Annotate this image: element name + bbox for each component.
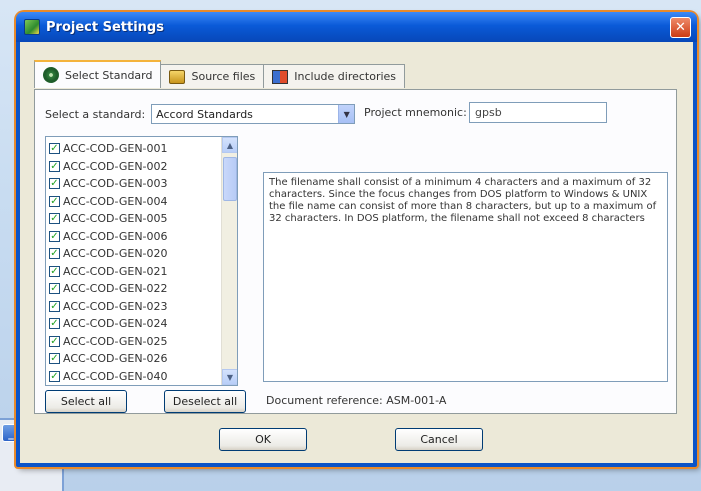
list-item[interactable]: ✓ ACC-COD-GEN-021 bbox=[49, 263, 168, 281]
checkbox-checked-icon[interactable]: ✓ bbox=[49, 265, 60, 277]
tab-label: Include directories bbox=[294, 70, 397, 83]
title-bar[interactable]: Project Settings ✕ bbox=[16, 12, 697, 42]
mnemonic-input[interactable]: gpsb bbox=[469, 102, 607, 123]
list-item[interactable]: ✓ ACC-COD-GEN-006 bbox=[49, 228, 168, 246]
list-item-label: ACC-COD-GEN-021 bbox=[63, 264, 168, 278]
tab-include-directories[interactable]: Include directories bbox=[263, 64, 406, 88]
dialog-client-area: Select Standard Source files Include dir… bbox=[20, 42, 693, 463]
checkbox-checked-icon[interactable]: ✓ bbox=[49, 213, 60, 225]
list-item[interactable]: ✓ ACC-COD-GEN-001 bbox=[49, 140, 168, 158]
list-item-label: ACC-COD-GEN-006 bbox=[63, 229, 168, 243]
select-standard-panel: Select a standard: Accord Standards ▼ Pr… bbox=[34, 89, 677, 414]
checkbox-checked-icon[interactable]: ✓ bbox=[49, 143, 60, 155]
checkbox-checked-icon[interactable]: ✓ bbox=[49, 283, 60, 295]
list-item-label: ACC-COD-GEN-023 bbox=[63, 299, 168, 313]
checkbox-checked-icon[interactable]: ✓ bbox=[49, 195, 60, 207]
list-item[interactable]: ✓ ACC-COD-GEN-024 bbox=[49, 315, 168, 333]
project-settings-dialog: Project Settings ✕ Select Standard Sourc… bbox=[16, 12, 697, 467]
scrollbar-thumb[interactable] bbox=[223, 157, 237, 201]
checkbox-checked-icon[interactable]: ✓ bbox=[49, 160, 60, 172]
list-item[interactable]: ✓ACC-COD-GEN-041 bbox=[49, 385, 168, 386]
document-reference: Document reference: ASM-001-A bbox=[266, 394, 447, 407]
folder-icon bbox=[169, 69, 186, 84]
list-item[interactable]: ✓ ACC-COD-GEN-004 bbox=[49, 193, 168, 211]
list-item-label: ACC-COD-GEN-040 bbox=[63, 369, 168, 383]
list-item[interactable]: ✓ ACC-COD-GEN-022 bbox=[49, 280, 168, 298]
list-item-label: ACC-COD-GEN-025 bbox=[63, 334, 168, 348]
list-item-label: ACC-COD-GEN-002 bbox=[63, 159, 168, 173]
checkbox-checked-icon[interactable]: ✓ bbox=[49, 178, 60, 190]
list-item-label: ACC-COD-GEN-001 bbox=[63, 142, 168, 156]
dialog-title: Project Settings bbox=[46, 19, 164, 35]
chevron-down-icon[interactable]: ▼ bbox=[338, 105, 355, 123]
list-item-label: ACC-COD-GEN-024 bbox=[63, 317, 168, 331]
list-item[interactable]: ✓ ACC-COD-GEN-002 bbox=[49, 158, 168, 176]
close-icon: ✕ bbox=[675, 20, 686, 35]
checkbox-checked-icon[interactable]: ✓ bbox=[49, 318, 60, 330]
standard-row: Select a standard: Accord Standards ▼ bbox=[45, 104, 356, 124]
list-item-label: ACC-COD-GEN-026 bbox=[63, 352, 168, 366]
tab-select-standard[interactable]: Select Standard bbox=[34, 60, 162, 88]
checkbox-checked-icon[interactable]: ✓ bbox=[49, 300, 60, 312]
tab-source-files[interactable]: Source files bbox=[160, 64, 265, 88]
rules-list-scrollbar[interactable]: ▲ ▼ bbox=[221, 137, 237, 385]
mnemonic-label: Project mnemonic: bbox=[364, 106, 467, 119]
list-item-label: ACC-COD-GEN-005 bbox=[63, 212, 168, 226]
select-all-button[interactable]: Select all bbox=[45, 390, 127, 413]
standard-select[interactable]: Accord Standards ▼ bbox=[151, 104, 356, 124]
cancel-button[interactable]: Cancel bbox=[395, 428, 483, 451]
deselect-all-button[interactable]: Deselect all bbox=[164, 390, 246, 413]
tab-label: Select Standard bbox=[65, 68, 153, 82]
list-item[interactable]: ✓ ACC-COD-GEN-026 bbox=[49, 350, 168, 368]
rule-description: The filename shall consist of a minimum … bbox=[263, 172, 668, 382]
gear-icon bbox=[43, 67, 59, 83]
checkbox-checked-icon[interactable]: ✓ bbox=[49, 335, 60, 347]
list-item-label: ACC-COD-GEN-020 bbox=[63, 247, 168, 261]
list-item[interactable]: ✓ ACC-COD-GEN-005 bbox=[49, 210, 168, 228]
checkbox-checked-icon[interactable]: ✓ bbox=[49, 230, 60, 242]
checkbox-checked-icon[interactable]: ✓ bbox=[49, 353, 60, 365]
list-item[interactable]: ✓ ACC-COD-GEN-025 bbox=[49, 333, 168, 351]
checkbox-checked-icon[interactable]: ✓ bbox=[49, 370, 60, 382]
tab-strip: Select Standard Source files Include dir… bbox=[34, 60, 406, 88]
list-item[interactable]: ✓ ACC-COD-GEN-040 bbox=[49, 368, 168, 386]
include-directories-icon bbox=[272, 69, 289, 84]
list-item-label: ACC-COD-GEN-004 bbox=[63, 194, 168, 208]
rules-list[interactable]: ✓ ACC-COD-GEN-001 ✓ ACC-COD-GEN-002 ✓ ACC-COD… bbox=[45, 136, 238, 386]
list-item[interactable]: ✓ ACC-COD-GEN-003 bbox=[49, 175, 168, 193]
list-item[interactable]: ✓ ACC-COD-GEN-020 bbox=[49, 245, 168, 263]
close-button[interactable]: ✕ bbox=[670, 17, 691, 38]
rules-list-items: ✓ ACC-COD-GEN-001 ✓ ACC-COD-GEN-002 ✓ ACC-COD… bbox=[49, 140, 168, 386]
list-item-label: ACC-COD-GEN-022 bbox=[63, 282, 168, 296]
standard-label: Select a standard: bbox=[45, 107, 146, 121]
standard-select-value: Accord Standards bbox=[156, 107, 253, 121]
app-icon bbox=[24, 19, 40, 35]
list-item-label: ACC-COD-GEN-003 bbox=[63, 177, 168, 191]
tab-label: Source files bbox=[191, 70, 256, 83]
list-item[interactable]: ✓ ACC-COD-GEN-023 bbox=[49, 298, 168, 316]
checkbox-checked-icon[interactable]: ✓ bbox=[49, 248, 60, 260]
ok-button[interactable]: OK bbox=[219, 428, 307, 451]
scroll-down-icon[interactable]: ▼ bbox=[222, 369, 237, 385]
scroll-up-icon[interactable]: ▲ bbox=[222, 137, 237, 153]
